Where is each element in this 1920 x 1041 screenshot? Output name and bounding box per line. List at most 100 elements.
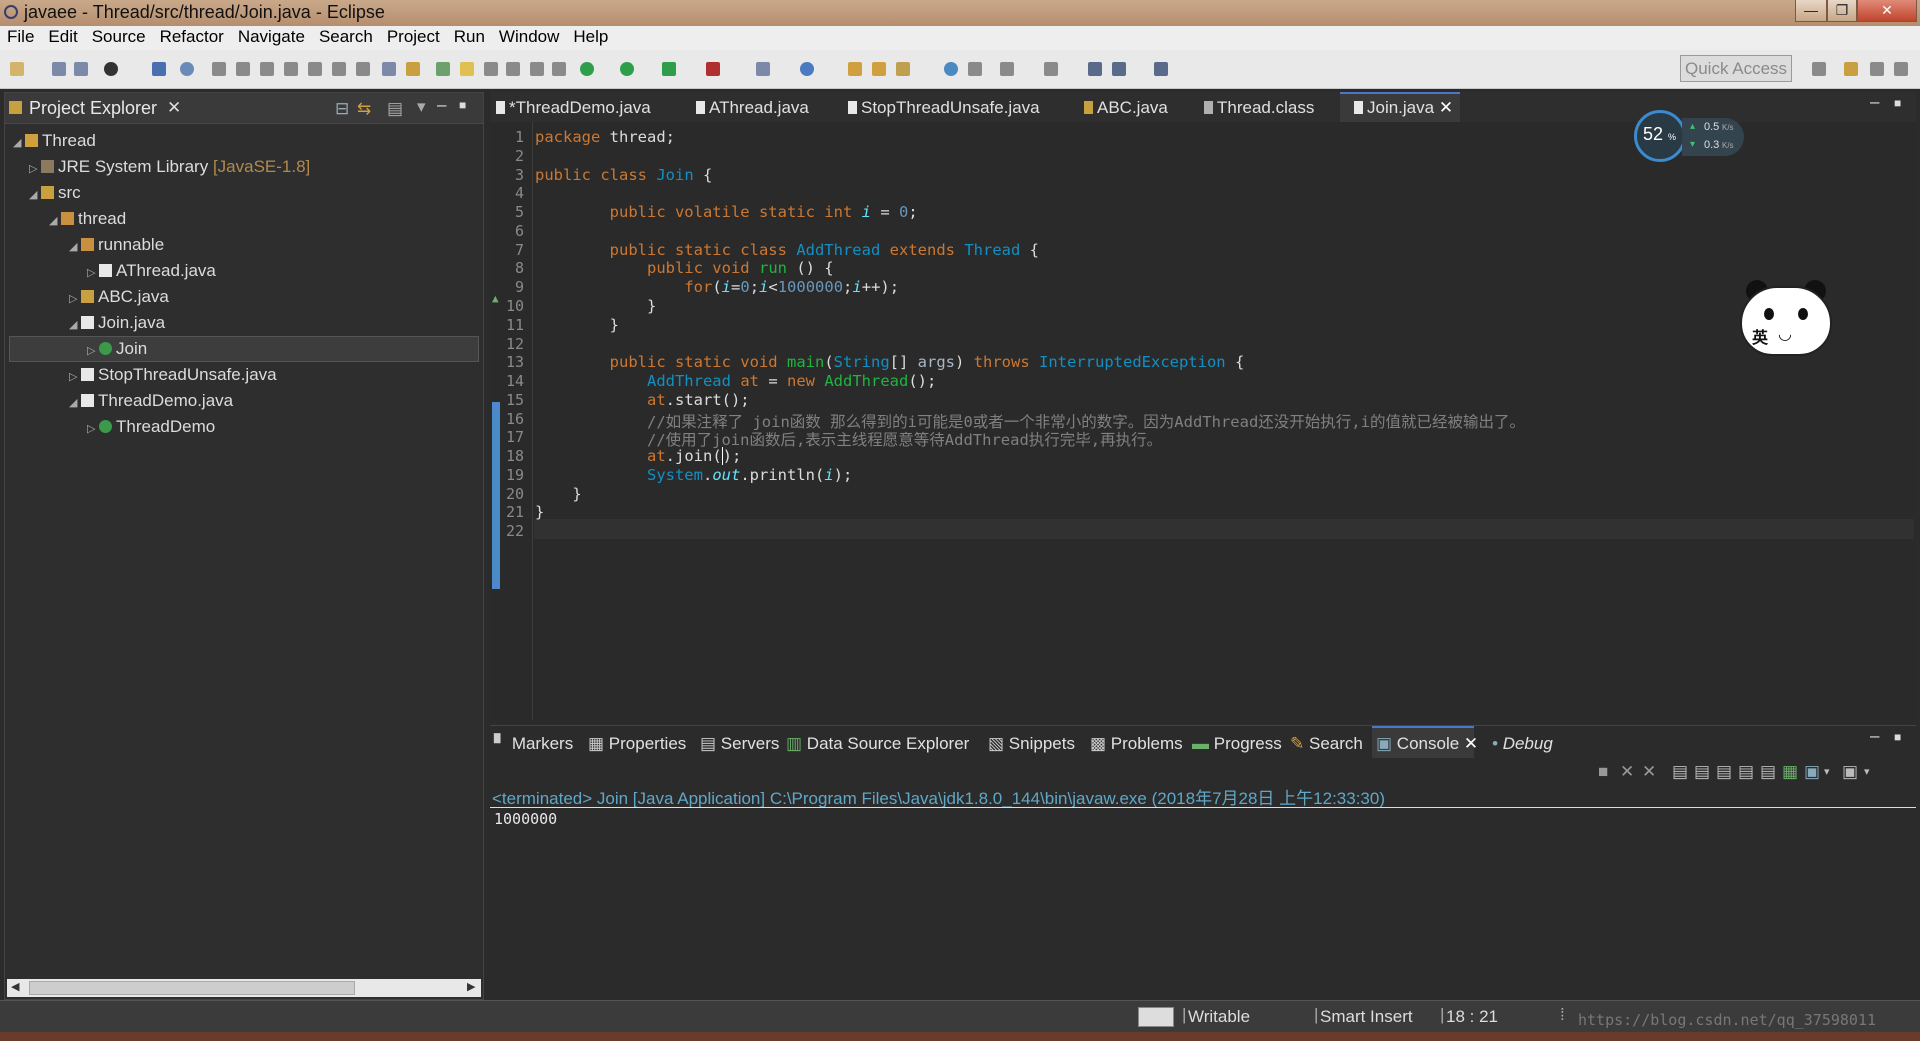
tree-item-runnable-package[interactable]: ◢ runnable [69,235,164,259]
collapsed-icon[interactable]: ▷ [29,162,41,175]
maximize-view-icon[interactable]: ■ [459,98,466,112]
tree-item-join-class[interactable]: ▷ Join [87,339,147,363]
tree-item-threaddemo-java[interactable]: ◢ ThreadDemo.java [69,391,233,415]
menu-search[interactable]: Search [312,26,380,47]
insert-mode-status[interactable]: Smart Insert [1320,1007,1413,1027]
open-console-icon[interactable]: ▣ [1842,762,1858,782]
network-monitor-widget[interactable]: 52 % ▴ 0.5 K/s ▾ 0.3 K/s [1634,110,1746,164]
step-return-icon[interactable] [356,62,370,76]
close-tab-icon[interactable]: ✕ [1464,734,1478,753]
show-on-stdout-icon[interactable]: ▤ [1738,762,1754,782]
menu-navigate[interactable]: Navigate [231,26,312,47]
open-perspective-icon[interactable] [1812,62,1826,76]
tab-threaddemo[interactable]: *ThreadDemo.java [496,98,651,118]
skip-breakpoints-icon[interactable] [180,62,194,76]
ime-panda-widget[interactable]: 英 ◡ [1738,280,1834,358]
collapsed-icon[interactable]: ▷ [87,344,99,357]
open-file-icon[interactable] [872,62,886,76]
tab-console[interactable]: ▣ Console ✕ [1376,734,1478,754]
step-into-icon[interactable] [308,62,322,76]
close-button[interactable]: ✕ [1857,0,1917,22]
new-java-package-icon[interactable] [436,62,450,76]
resume-icon[interactable] [212,62,226,76]
tree-item-join-java[interactable]: ◢ Join.java [69,313,165,337]
scroll-lock-icon[interactable]: ▤ [1694,762,1710,782]
external-tools-icon[interactable] [706,62,720,76]
open-folder-icon[interactable] [848,62,862,76]
menu-window[interactable]: Window [492,26,566,47]
scrollbar-thumb[interactable] [29,981,355,995]
tab-problems[interactable]: ▩ Problems [1090,734,1183,754]
project-explorer-title[interactable]: Project Explorer [29,98,157,119]
menu-refactor[interactable]: Refactor [153,26,231,47]
collapsed-icon[interactable]: ▷ [87,422,99,435]
remove-all-icon[interactable]: ✕ [1642,762,1656,782]
debug-skip-icon[interactable] [104,62,118,76]
expanded-icon[interactable]: ◢ [69,240,81,253]
maximize-editor-icon[interactable]: ■ [1894,96,1901,110]
debug-icon[interactable] [580,62,594,76]
collapsed-icon[interactable]: ▷ [87,266,99,279]
remove-launch-icon[interactable]: ✕ [1620,762,1634,782]
tab-progress[interactable]: ▬ Progress [1192,734,1282,754]
tree-item-athread[interactable]: ▷ AThread.java [87,261,216,285]
coverage-icon[interactable] [662,62,676,76]
tab-properties[interactable]: ▦ Properties [588,734,686,754]
open-type-icon[interactable] [484,62,498,76]
menu-help[interactable]: Help [566,26,615,47]
tree-item-src[interactable]: ◢ src [29,183,81,207]
expanded-icon[interactable]: ◢ [49,214,61,227]
close-tab-icon[interactable]: ✕ [1439,98,1453,117]
expanded-icon[interactable]: ◢ [13,136,25,149]
expanded-icon[interactable]: ◢ [69,318,81,331]
view-menu-icon[interactable]: ▾ [1864,765,1870,778]
tab-abc[interactable]: ABC.java [1084,98,1168,118]
close-icon[interactable]: ✕ [167,98,181,118]
collapsed-icon[interactable]: ▷ [69,370,81,383]
terminal-icon[interactable] [152,62,166,76]
terminate-icon[interactable] [260,62,274,76]
back-arrow-icon[interactable] [1112,62,1126,76]
show-whitespace-icon[interactable] [552,62,566,76]
last-edit-location-icon[interactable] [1088,62,1102,76]
console-output[interactable]: 1000000 [494,810,557,828]
cursor-icon[interactable] [1138,1007,1174,1027]
open-task-icon[interactable] [506,62,520,76]
pin-icon[interactable] [1044,62,1058,76]
word-wrap-icon[interactable]: ▤ [1716,762,1732,782]
tab-markers[interactable]: ▘ Markers [494,734,573,754]
scroll-right-icon[interactable]: ▶ [467,980,475,993]
tree-item-threaddemo-class[interactable]: ▷ ThreadDemo [87,417,215,441]
view-menu-icon[interactable]: ▾ [417,97,426,117]
toggle-mark-occurrences-icon[interactable] [460,62,474,76]
annotation-icon[interactable] [968,62,982,76]
tab-servers[interactable]: ▤ Servers [700,734,779,754]
next-annotation-icon[interactable] [1000,62,1014,76]
save-icon[interactable] [52,62,66,76]
drop-frame-icon[interactable] [382,62,396,76]
tree-item-thread-package[interactable]: ◢ thread [49,209,126,233]
suspend-icon[interactable] [236,62,250,76]
java-ee-perspective-icon[interactable] [1844,62,1858,76]
new-icon[interactable] [10,62,24,76]
menu-edit[interactable]: Edit [41,26,84,47]
code-editor[interactable]: ▲ 1 2 3 4 5 6 7 8 9 10 11 12 13 14 15 16… [490,122,1916,720]
collapsed-icon[interactable]: ▷ [69,292,81,305]
use-step-filters-icon[interactable] [406,62,420,76]
tab-join[interactable]: Join.java ✕ [1354,98,1453,118]
run-icon[interactable] [620,62,634,76]
link-with-editor-icon[interactable]: ⇆ [357,99,371,119]
disconnect-icon[interactable] [284,62,298,76]
globe-icon[interactable] [944,62,958,76]
tree-item-thread-project[interactable]: ◢ Thread [13,131,96,155]
filter-icon[interactable]: ▤ [387,99,403,119]
scroll-left-icon[interactable]: ◀ [11,980,19,993]
dropdown-icon[interactable]: ▾ [1824,765,1830,778]
tab-snippets[interactable]: ▧ Snippets [988,734,1075,754]
menu-source[interactable]: Source [85,26,153,47]
expanded-icon[interactable]: ◢ [29,188,41,201]
menu-run[interactable]: Run [447,26,492,47]
maximize-button[interactable]: ❐ [1827,0,1857,22]
save-all-icon[interactable] [74,62,88,76]
tab-debug[interactable]: • Debug [1492,734,1553,754]
